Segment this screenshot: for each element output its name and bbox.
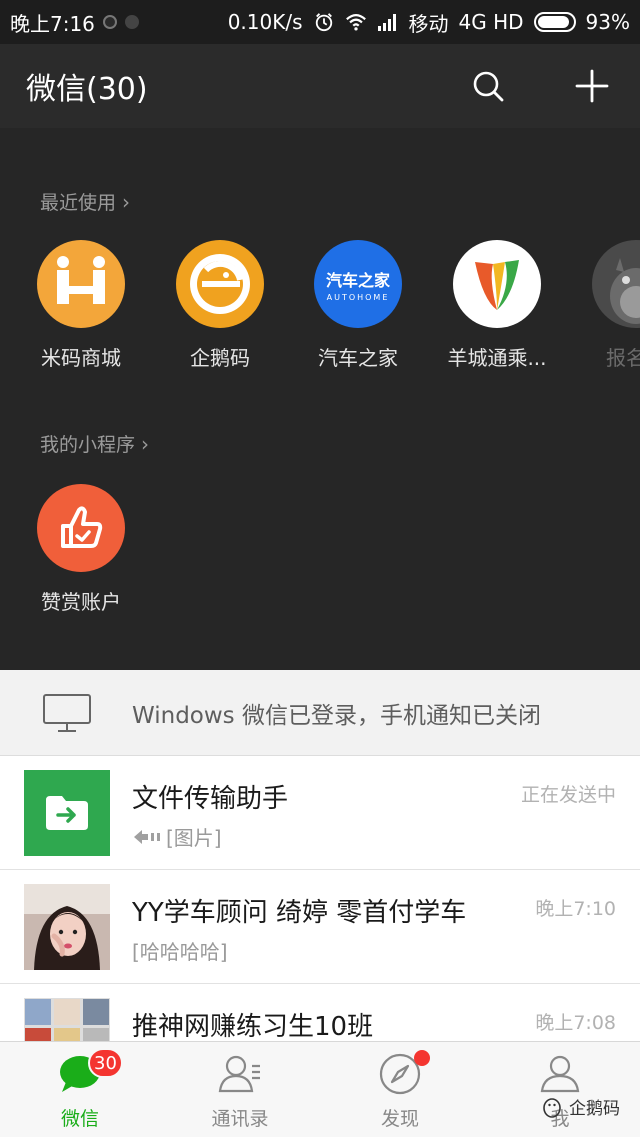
tab-label: 通讯录 [211, 1108, 269, 1130]
chat-preview: [图片] [166, 826, 222, 850]
autohome-logo-text: 汽车之家 [325, 270, 390, 290]
plus-icon [575, 69, 609, 103]
tab-label: 微信 [60, 1108, 99, 1130]
mini-app-qiema[interactable]: 企鹅码 [155, 240, 285, 371]
chat-item-file-transfer[interactable]: 文件传输助手 [图片] 正在发送中 [0, 756, 640, 870]
thumbs-up-icon [37, 484, 125, 572]
qiema-icon [176, 240, 264, 328]
tab-label: 发现 [380, 1108, 419, 1130]
mini-app-reward-account[interactable]: 赞赏账户 [16, 484, 146, 615]
autohome-icon: 汽车之家 AUTOHOME [314, 240, 402, 328]
unread-badge: 30 [88, 1048, 123, 1078]
totoro-icon [592, 240, 640, 328]
monitor-icon [43, 693, 91, 732]
chat-name: YY学车顾问 绮婷 零首付学车 [132, 898, 467, 928]
recent-used-link[interactable]: 最近使用 › [40, 188, 130, 215]
recent-used-label: 最近使用 [40, 192, 117, 214]
mima-mall-icon [37, 240, 125, 328]
battery-icon [533, 12, 576, 32]
chat-preview: [哈哈哈哈] [132, 940, 228, 964]
tab-chats[interactable]: 30 微信 [0, 1042, 160, 1137]
search-icon [473, 71, 504, 102]
mini-app-yangchengtong[interactable]: 羊城通乘... [432, 240, 562, 371]
my-mini-programs-link[interactable]: 我的小程序 › [40, 430, 149, 457]
mini-app-totoro[interactable]: 报名去 [571, 240, 640, 371]
mini-app-label: 赞赏账户 [41, 590, 121, 614]
mini-app-mima-mall[interactable]: 米码商城 [16, 240, 146, 371]
tab-discover[interactable]: 发现 [320, 1042, 480, 1137]
desktop-login-banner[interactable]: Windows 微信已登录，手机通知已关闭 [0, 670, 640, 756]
chat-item-yy-driving[interactable]: YY学车顾问 绮婷 零首付学车 [哈哈哈哈] 晚上7:10 [0, 870, 640, 984]
penguin-logo-icon [543, 1097, 561, 1118]
mini-app-label: 羊城通乘... [447, 346, 547, 370]
watermark-text: 企鹅码 [569, 1099, 620, 1119]
app-header: 微信(30) [0, 44, 640, 128]
add-button[interactable] [574, 68, 610, 104]
user-photo [24, 884, 110, 970]
status-bar: 晚上7:16 0.10K/s 移动 4G HD 93% [0, 0, 640, 44]
chat-name: 文件传输助手 [132, 784, 289, 814]
chat-name: 推神网赚练习生10班 [132, 1012, 374, 1042]
search-button[interactable] [470, 68, 506, 104]
chat-time: 晚上7:10 [535, 898, 616, 920]
mini-program-drawer: 最近使用 › 米码商城 企鹅码 汽车之家 AUTOHOME 汽车之家 羊城通乘.… [0, 128, 640, 670]
new-content-dot [414, 1050, 430, 1066]
chat-time: 晚上7:08 [535, 1012, 616, 1034]
notification-dot-icon [124, 15, 139, 29]
desktop-login-text: Windows 微信已登录，手机通知已关闭 [132, 702, 541, 729]
sending-arrow-icon [134, 829, 160, 844]
recent-apps-row: 米码商城 企鹅码 汽车之家 AUTOHOME 汽车之家 羊城通乘... 报名 [0, 240, 640, 380]
yangchengtong-icon [453, 240, 541, 328]
tab-me[interactable]: 我 [480, 1042, 640, 1137]
chevron-right-icon: › [141, 431, 150, 456]
wifi-icon [345, 14, 366, 31]
battery-percent: 93% [585, 10, 630, 34]
profile-icon [540, 1055, 580, 1093]
my-mini-programs-label: 我的小程序 [40, 434, 136, 456]
signal-icon [377, 14, 396, 31]
bottom-tab-bar: 30 微信 通讯录 发现 我 [0, 1041, 640, 1137]
alarm-icon [315, 13, 332, 32]
mini-app-label: 报名去 [606, 346, 640, 370]
notification-dot-icon [102, 15, 117, 29]
mini-app-autohome[interactable]: 汽车之家 AUTOHOME 汽车之家 [293, 240, 423, 371]
file-transfer-icon [24, 770, 110, 856]
autohome-logo-sub: AUTOHOME [326, 292, 390, 302]
mini-app-label: 汽车之家 [318, 346, 398, 370]
chat-time: 正在发送中 [520, 784, 616, 806]
mini-app-label: 企鹅码 [190, 346, 250, 370]
carrier-name: 移动 [408, 11, 449, 36]
status-time: 晚上7:16 [10, 11, 95, 36]
tab-contacts[interactable]: 通讯录 [160, 1042, 320, 1137]
chevron-right-icon: › [122, 189, 131, 214]
network-speed: 0.10K/s [227, 10, 303, 34]
contacts-icon [218, 1055, 260, 1093]
mini-app-label: 米码商城 [41, 346, 121, 370]
page-title: 微信(30) [26, 72, 148, 107]
network-type: 4G HD [458, 10, 524, 34]
watermark: 企鹅码 [541, 1094, 620, 1119]
